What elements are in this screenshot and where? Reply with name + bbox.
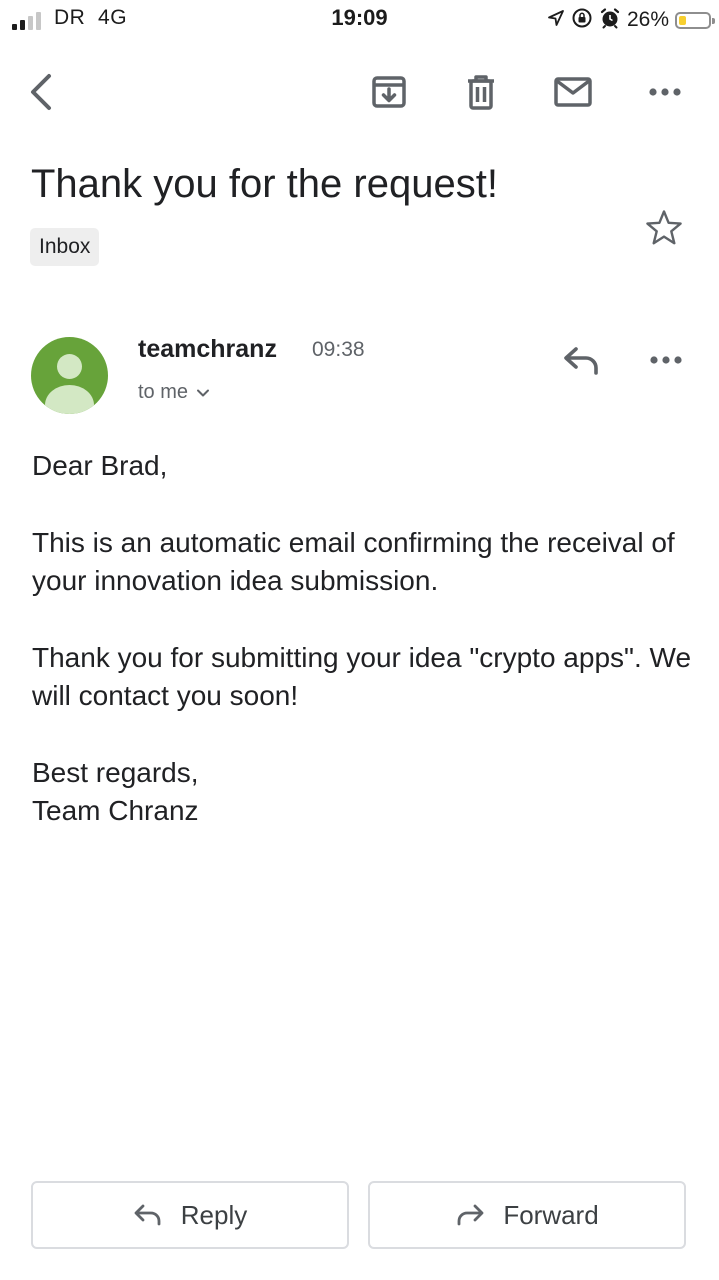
trash-icon	[468, 75, 494, 110]
body-signature: Team Chranz	[32, 795, 199, 826]
message-time: 09:38	[312, 338, 365, 361]
back-button[interactable]	[18, 68, 66, 116]
email-toolbar	[0, 60, 719, 124]
forward-button-label: Forward	[503, 1199, 599, 1230]
body-paragraph-1: This is an automatic email confirming th…	[32, 527, 675, 596]
location-arrow-icon	[547, 9, 565, 32]
email-body: Dear Brad, This is an automatic email co…	[32, 447, 692, 830]
more-options-button[interactable]	[641, 68, 689, 116]
more-horizontal-icon	[649, 88, 681, 96]
more-horizontal-icon	[650, 356, 682, 364]
mark-unread-button[interactable]	[549, 68, 597, 116]
email-subject: Thank you for the request!	[31, 162, 498, 206]
reply-icon-button[interactable]	[558, 336, 606, 384]
reply-button-label: Reply	[180, 1199, 248, 1230]
status-right-group: 26%	[547, 6, 715, 34]
star-button[interactable]	[640, 204, 688, 252]
message-more-button[interactable]	[642, 336, 690, 384]
envelope-icon	[554, 77, 592, 107]
chevron-down-icon	[197, 389, 210, 396]
battery-percent: 26%	[626, 8, 669, 31]
delete-button[interactable]	[457, 68, 505, 116]
forward-icon	[457, 1204, 484, 1226]
battery-icon	[675, 11, 715, 29]
forward-button[interactable]: Forward	[368, 1181, 686, 1249]
label-chip-inbox[interactable]: Inbox	[30, 228, 100, 266]
avatar-head	[57, 354, 82, 379]
reply-button[interactable]: Reply	[31, 1181, 349, 1249]
avatar-body	[45, 385, 94, 414]
status-bar: DR 4G 19:09 26%	[0, 0, 719, 40]
alarm-icon	[599, 7, 621, 34]
body-closing: Best regards, Team Chranz	[32, 754, 692, 830]
sender-name[interactable]: teamchranz	[138, 335, 277, 364]
avatar[interactable]	[31, 337, 108, 414]
archive-button[interactable]	[365, 68, 413, 116]
archive-icon	[372, 76, 406, 108]
reply-icon	[564, 347, 598, 375]
chevron-left-icon	[31, 74, 51, 110]
battery-level-fill	[679, 15, 686, 25]
body-paragraph-2: Thank you for submitting your idea "cryp…	[32, 642, 692, 711]
body-closing-line-1: Best regards,	[32, 757, 199, 788]
recipient-details-toggle[interactable]: to me	[138, 381, 210, 404]
body-greeting: Dear Brad,	[32, 450, 168, 481]
star-outline-icon	[646, 210, 682, 245]
recipient-label: to me	[138, 381, 189, 403]
orientation-lock-icon	[571, 7, 593, 34]
reply-icon	[134, 1204, 161, 1226]
